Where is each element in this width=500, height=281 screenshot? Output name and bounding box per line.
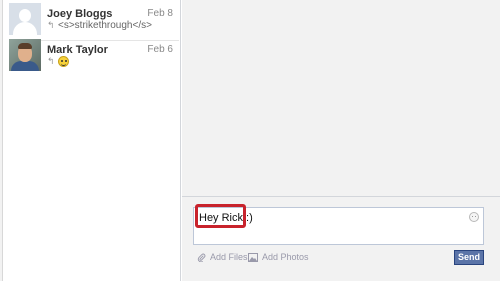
photo-icon — [248, 252, 258, 262]
paperclip-icon — [197, 253, 206, 262]
avatar — [9, 39, 41, 71]
thread-snippet: ↰ — [47, 56, 69, 67]
reply-icon: ↰ — [47, 20, 55, 30]
thread-date: Feb 6 — [147, 44, 173, 55]
avatar — [9, 3, 41, 35]
smiley-emoticon-icon — [58, 56, 69, 67]
thread-item[interactable]: Joey Bloggs Feb 8 ↰ <s>strikethrough</s> — [3, 3, 181, 41]
emoji-icon[interactable] — [469, 212, 479, 222]
thread-item[interactable]: Mark Taylor Feb 6 ↰ — [3, 39, 181, 75]
default-profile-icon — [19, 9, 31, 22]
message-input[interactable]: Hey Rick :) — [193, 204, 484, 245]
thread-list: Joey Bloggs Feb 8 ↰ <s>strikethrough</s> … — [3, 0, 181, 281]
message-text: Hey Rick :) — [199, 212, 253, 224]
add-photos-label: Add Photos — [262, 252, 309, 262]
thread-name: Mark Taylor — [47, 44, 108, 56]
add-photos-button[interactable]: Add Photos — [248, 252, 309, 262]
add-files-label: Add Files — [210, 252, 248, 262]
thread-date: Feb 8 — [147, 8, 173, 19]
thread-name: Joey Bloggs — [47, 8, 113, 20]
message-composer: Hey Rick :) Add Files Add Photos Send — [182, 196, 500, 281]
thread-snippet: ↰ <s>strikethrough</s> — [47, 20, 152, 31]
add-files-button[interactable]: Add Files — [197, 252, 248, 262]
send-button[interactable]: Send — [454, 250, 484, 265]
conversation-pane — [182, 0, 500, 196]
snippet-text: <s>strikethrough</s> — [58, 20, 152, 31]
reply-icon: ↰ — [47, 56, 55, 67]
